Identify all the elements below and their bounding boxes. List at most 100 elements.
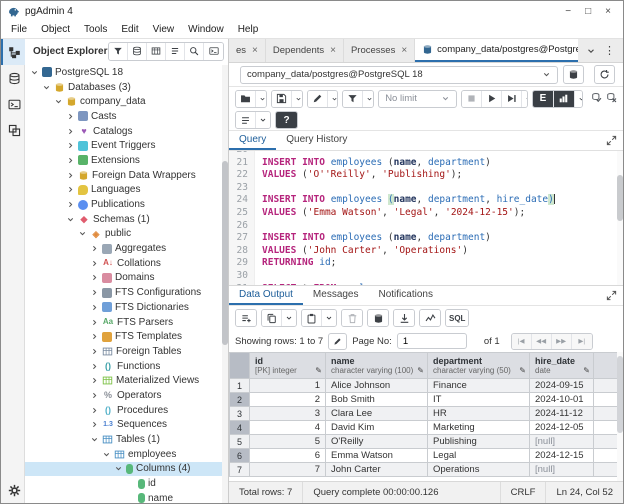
cell[interactable]: 2024-09-15 xyxy=(529,378,594,393)
tree-collapsed-chevron-icon[interactable] xyxy=(65,126,75,136)
tree-collapsed-chevron-icon[interactable] xyxy=(89,302,99,312)
tree-collapsed-chevron-icon[interactable] xyxy=(89,361,99,371)
tree-item-languages[interactable]: Languages xyxy=(25,183,228,198)
tab-dependents[interactable]: Dependents × xyxy=(266,39,344,62)
menu-view[interactable]: View xyxy=(147,23,181,36)
row-limit-select[interactable]: No limit xyxy=(378,89,458,108)
editor-scrollbar[interactable] xyxy=(617,151,623,285)
maximize-button[interactable]: □ xyxy=(585,6,591,17)
macros-button[interactable] xyxy=(236,112,256,128)
tree-expanded-chevron-icon[interactable] xyxy=(113,464,123,474)
tree-collapsed-chevron-icon[interactable] xyxy=(65,185,75,195)
tree-item-postgresql-18[interactable]: PostgreSQL 18 xyxy=(25,65,228,80)
tab-close-icon[interactable]: × xyxy=(401,45,407,56)
tree-item-aggregates[interactable]: Aggregates xyxy=(25,241,228,256)
tree-collapsed-chevron-icon[interactable] xyxy=(65,200,75,210)
tab-menu-icon[interactable]: ⋮ xyxy=(604,44,615,57)
page-no-input[interactable] xyxy=(396,333,467,349)
row-number-cell[interactable]: 2 xyxy=(229,392,250,407)
edit-menu[interactable] xyxy=(327,90,338,107)
tree-item-company-data[interactable]: company_data xyxy=(25,94,228,109)
connection-select[interactable]: company_data/postgres@PostgreSQL 18 xyxy=(240,65,558,84)
tree-item-operators[interactable]: % Operators xyxy=(25,388,228,403)
cell[interactable]: Finance xyxy=(427,378,530,393)
cell[interactable]: 2 xyxy=(249,392,326,407)
tab-overflow-icon[interactable] xyxy=(586,46,596,56)
cell[interactable]: 1 xyxy=(249,378,326,393)
menu-object[interactable]: Object xyxy=(35,23,76,36)
sql-button[interactable]: SQL xyxy=(446,310,469,326)
tab-close-icon[interactable]: × xyxy=(252,45,258,56)
rollback-button[interactable] xyxy=(606,90,617,108)
tab-query[interactable]: Query xyxy=(229,131,277,150)
tree-item-extensions[interactable]: Extensions xyxy=(25,153,228,168)
settings-button[interactable] xyxy=(1,477,25,503)
tab-company-data-postgres-postgresql-18[interactable]: company_data/postgres@PostgreSQL 18*× xyxy=(415,39,578,62)
tree-item-event-triggers[interactable]: Event Triggers xyxy=(25,138,228,153)
cell[interactable]: Alice Johnson xyxy=(325,378,428,393)
tree-expanded-chevron-icon[interactable] xyxy=(65,214,75,224)
table-button[interactable] xyxy=(147,42,166,60)
pencil-icon[interactable]: ✎ xyxy=(583,366,590,375)
filter-button[interactable] xyxy=(109,42,128,60)
tree-collapsed-chevron-icon[interactable] xyxy=(65,170,75,180)
cell[interactable]: 5 xyxy=(249,434,326,449)
tree-collapsed-chevron-icon[interactable] xyxy=(89,346,99,356)
sidebar-scrollbar[interactable] xyxy=(222,65,228,503)
tree-item-tables-1[interactable]: Tables (1) xyxy=(25,432,228,447)
copy-menu[interactable] xyxy=(282,310,296,326)
cell[interactable]: 2024-11-12 xyxy=(529,406,594,421)
cell[interactable]: HR xyxy=(427,406,530,421)
grid-scrollbar[interactable] xyxy=(617,352,623,481)
row-number-cell[interactable]: 1 xyxy=(229,378,250,393)
menu-edit[interactable]: Edit xyxy=(115,23,144,36)
cell[interactable]: Operations xyxy=(427,462,530,477)
tree-expanded-chevron-icon[interactable] xyxy=(53,97,63,107)
tree-item-name[interactable]: name xyxy=(25,491,228,503)
schema-diff-button[interactable] xyxy=(1,117,25,143)
copy-button[interactable] xyxy=(262,310,282,326)
tree-collapsed-chevron-icon[interactable] xyxy=(89,288,99,298)
cell[interactable]: 7 xyxy=(249,462,326,477)
edit-range-button[interactable] xyxy=(328,332,348,350)
last-page-button[interactable]: ▶| xyxy=(571,333,592,349)
tree-collapsed-chevron-icon[interactable] xyxy=(89,317,99,327)
help-button[interactable]: ? xyxy=(276,112,297,128)
tree-collapsed-chevron-icon[interactable] xyxy=(65,155,75,165)
tab-data-output[interactable]: Data Output xyxy=(229,286,303,305)
cell[interactable]: Emma Watson xyxy=(325,448,428,463)
pencil-icon[interactable]: ✎ xyxy=(417,366,424,375)
tree-collapsed-chevron-icon[interactable] xyxy=(89,390,99,400)
paste-menu[interactable] xyxy=(322,310,336,326)
explain-menu[interactable] xyxy=(574,90,582,107)
minimize-button[interactable]: − xyxy=(565,6,571,17)
save-file-button[interactable] xyxy=(271,90,292,107)
tree-collapsed-chevron-icon[interactable] xyxy=(65,111,75,121)
open-file-menu[interactable] xyxy=(256,90,266,107)
results-expand-icon[interactable] xyxy=(606,290,617,301)
tree-expanded-chevron-icon[interactable] xyxy=(101,449,111,459)
cell[interactable]: Bob Smith xyxy=(325,392,428,407)
tree-item-fts-templates[interactable]: FTS Templates xyxy=(25,329,228,344)
row-number-cell[interactable]: 7 xyxy=(229,462,250,477)
refresh-button[interactable] xyxy=(594,65,615,84)
tree-expanded-chevron-icon[interactable] xyxy=(77,229,87,239)
cell[interactable]: O'Reilly xyxy=(325,434,428,449)
filter-button[interactable] xyxy=(343,90,364,107)
tree-item-id[interactable]: id xyxy=(25,476,228,491)
filter-menu[interactable] xyxy=(363,90,374,107)
tree-item-public[interactable]: ◈ public xyxy=(25,227,228,242)
tab-processes[interactable]: Processes × xyxy=(344,39,416,62)
macros-menu[interactable] xyxy=(256,112,270,128)
tree-collapsed-chevron-icon[interactable] xyxy=(89,273,99,283)
cell[interactable]: 6 xyxy=(249,448,326,463)
row-number-cell[interactable]: 3 xyxy=(229,406,250,421)
first-page-button[interactable]: |◀ xyxy=(511,333,532,349)
cell[interactable]: John Carter xyxy=(325,462,428,477)
cell[interactable]: 2024-12-15 xyxy=(529,448,594,463)
tree-item-domains[interactable]: Domains xyxy=(25,271,228,286)
cell[interactable]: Publishing xyxy=(427,434,530,449)
download-button[interactable] xyxy=(394,310,414,326)
menu-help[interactable]: Help xyxy=(232,23,265,36)
tree-collapsed-chevron-icon[interactable] xyxy=(89,258,99,268)
